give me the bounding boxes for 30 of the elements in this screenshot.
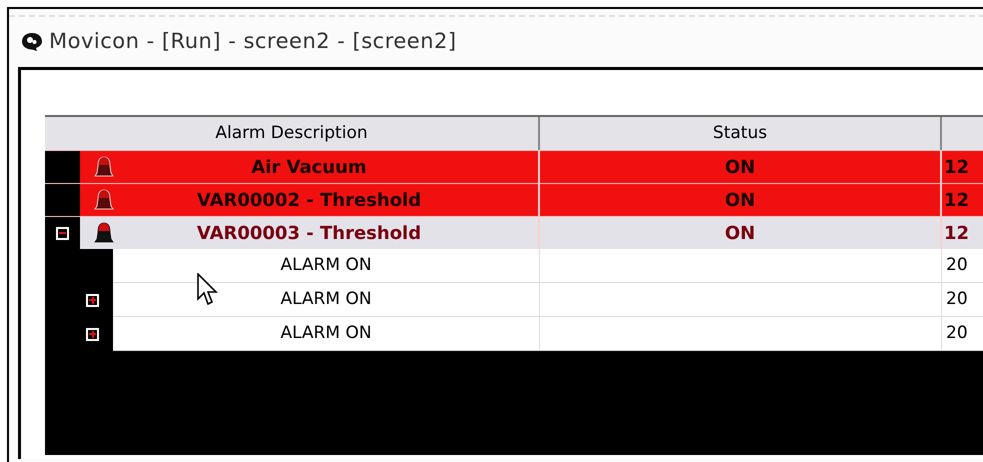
app-logo-icon [21,32,43,52]
table-cell-text: 20 [946,254,968,277]
table-cell-text: ALARM ON [280,254,372,277]
table-cell-text: Air Vacuum [250,156,368,180]
window-title: Movicon - [Run] - screen2 - [screen2] [49,28,457,56]
table-cell-text: 20 [946,288,968,311]
table-cell-text: 12 [944,156,970,180]
alarm-row[interactable]: VAR00002 - Threshold ON 12 [80,184,983,216]
alarm-row[interactable]: Air Vacuum ON 12 [80,151,983,183]
table-cell-text: 20 [946,322,968,345]
alarm-row[interactable]: VAR00003 - Threshold ON 12 [80,217,983,249]
alarm-event-row[interactable]: ALARM ON 20 [113,317,983,351]
alarm-event-row[interactable]: ALARM ON 20 [113,283,983,317]
table-cell-text: 12 [944,188,970,212]
bell-icon [92,156,116,178]
table-cell-text: 12 [944,222,970,246]
table-cell-text: ON [724,188,756,212]
table-cell-text: VAR00002 - Threshold [196,188,422,212]
expand-toggle[interactable] [86,328,99,340]
table-cell-text: ON [724,222,756,246]
collapse-toggle[interactable] [56,226,69,240]
table-cell-text: ALARM ON [280,322,372,345]
table-cell-text: VAR00003 - Threshold [196,222,422,246]
bell-icon [92,222,116,244]
table-cell-text: ON [724,156,756,180]
expand-toggle[interactable] [86,294,99,306]
bell-icon [92,189,116,211]
table-cell-text: ALARM ON [280,288,372,311]
alarm-event-row[interactable]: ALARM ON 20 [113,249,983,283]
mouse-cursor-icon [197,273,219,307]
